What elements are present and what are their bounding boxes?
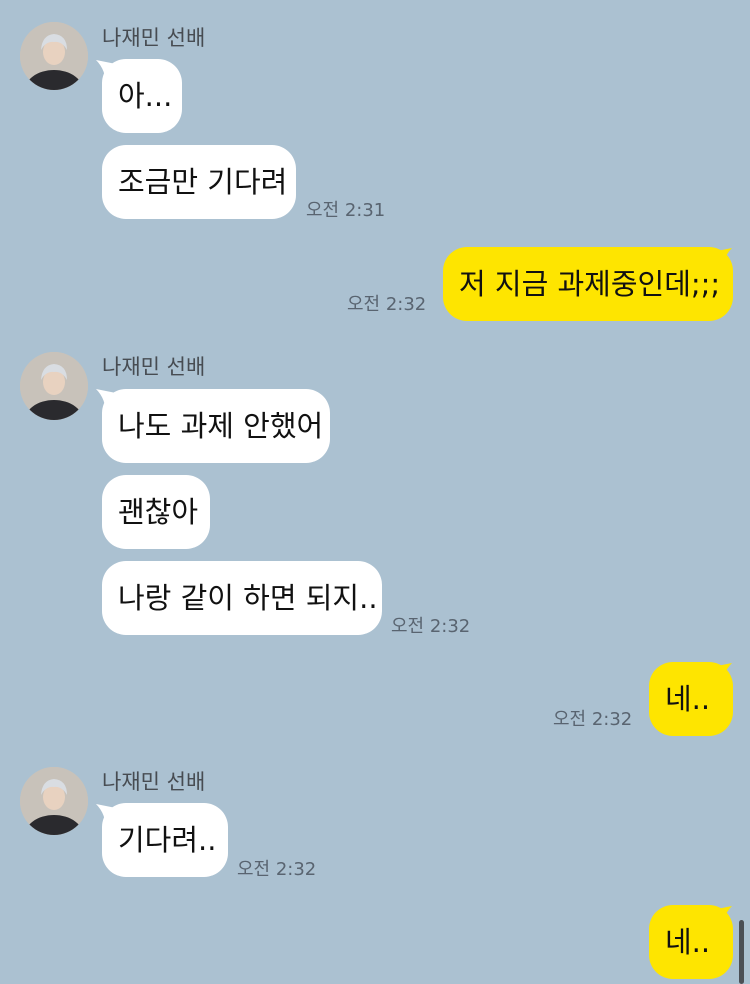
message-text: 나도 과제 안했어 — [118, 409, 324, 443]
sender-avatar[interactable] — [20, 22, 88, 90]
message-bubble[interactable]: 저 지금 과제중인데;;; — [443, 247, 733, 321]
sender-name: 나재민 선배 — [102, 26, 206, 50]
sender-avatar[interactable] — [20, 767, 88, 835]
profile-photo-icon — [20, 767, 88, 835]
message-text: 네.. — [665, 682, 711, 716]
message-text: 조금만 기다려 — [118, 165, 288, 199]
bubble-tail — [712, 248, 732, 274]
message-timestamp: 오전 2:31 — [306, 200, 386, 221]
message-bubble[interactable]: 아... — [102, 59, 182, 133]
profile-photo-icon — [20, 352, 88, 420]
message-text: 기다려.. — [118, 823, 217, 857]
message-bubble[interactable]: 나랑 같이 하면 되지.. — [102, 561, 382, 635]
profile-photo-icon — [20, 22, 88, 90]
message-text: 아... — [118, 79, 173, 113]
message-text: 나랑 같이 하면 되지.. — [118, 581, 378, 615]
message-bubble[interactable]: 나도 과제 안했어 — [102, 389, 330, 463]
message-bubble[interactable]: 기다려.. — [102, 803, 228, 877]
message-timestamp: 오전 2:32 — [237, 859, 317, 880]
sender-name: 나재민 선배 — [102, 770, 206, 794]
message-text: 괜찮아 — [118, 495, 199, 529]
message-timestamp: 오전 2:32 — [391, 616, 471, 637]
message-text: 네.. — [665, 925, 711, 959]
bubble-tail — [712, 663, 732, 689]
scrollbar[interactable] — [739, 920, 744, 984]
message-bubble[interactable]: 괜찮아 — [102, 475, 210, 549]
message-timestamp: 오전 2:32 — [347, 294, 427, 315]
message-timestamp: 오전 2:32 — [553, 709, 633, 730]
bubble-tail — [712, 906, 732, 932]
message-bubble[interactable]: 조금만 기다려 — [102, 145, 296, 219]
message-text: 저 지금 과제중인데;;; — [459, 267, 721, 301]
sender-avatar[interactable] — [20, 352, 88, 420]
sender-name: 나재민 선배 — [102, 355, 206, 379]
